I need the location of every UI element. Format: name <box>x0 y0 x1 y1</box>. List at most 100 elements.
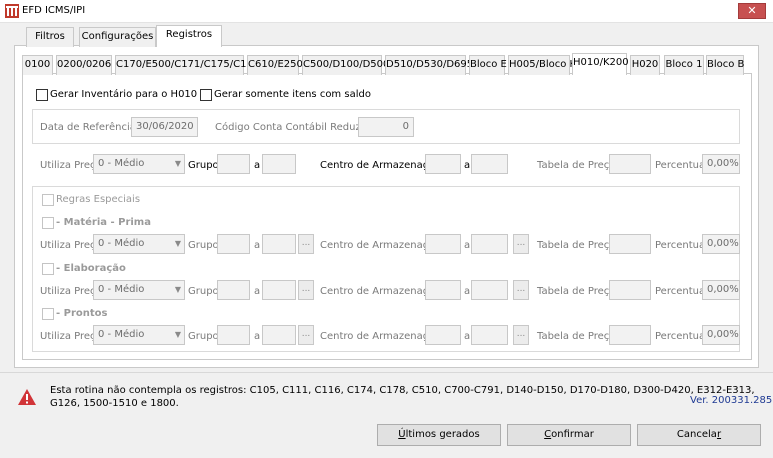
mp-centro-a-label: a <box>464 240 471 251</box>
confirmar-button[interactable]: Confirmar <box>507 424 631 446</box>
mp-grupo-lookup-button[interactable]: ... <box>298 234 314 254</box>
pr-grupo-a-label: a <box>254 331 261 342</box>
tab-configuracoes[interactable]: Configurações <box>79 27 156 47</box>
mp-centro-lookup-button[interactable]: ... <box>513 234 529 254</box>
materia-prima-checkbox[interactable] <box>42 217 54 229</box>
el-percentual-input[interactable]: 0,00% <box>702 280 740 300</box>
pr-utiliza-preco-select[interactable]: 0 - Médio ▼ <box>93 325 185 345</box>
chevron-down-icon: ▼ <box>174 285 181 294</box>
close-button[interactable]: ✕ <box>738 3 766 19</box>
mp-grupo-label: Grupo <box>188 240 219 251</box>
el-grupo-a-label: a <box>254 286 261 297</box>
app-icon <box>5 4 19 18</box>
ultimos-gerados-button[interactable]: Últimos gerados <box>377 424 501 446</box>
mp-utiliza-preco-select[interactable]: 0 - Médio ▼ <box>93 234 185 254</box>
centro-to-input[interactable] <box>471 154 508 174</box>
utiliza-preco-select[interactable]: 0 - Médio ▼ <box>93 154 185 174</box>
tab-h010[interactable]: H010/K200 <box>572 53 629 75</box>
regras-especiais-checkbox[interactable] <box>42 194 54 206</box>
chevron-down-icon: ▼ <box>174 159 181 168</box>
tab-0100[interactable]: 0100 <box>22 55 53 75</box>
pr-grupo-lookup-button[interactable]: ... <box>298 325 314 345</box>
el-utiliza-preco-select[interactable]: 0 - Médio ▼ <box>93 280 185 300</box>
tab-c610[interactable]: C610/E250 <box>247 55 303 75</box>
data-referencia-label: Data de Referência <box>40 122 136 133</box>
mp-percentual-input[interactable]: 0,00% <box>702 234 740 254</box>
tab-h020[interactable]: H020 <box>630 55 660 75</box>
pr-centro-lookup-button[interactable]: ... <box>513 325 529 345</box>
pr-centro-to-input[interactable] <box>471 325 508 345</box>
tab-filtros[interactable]: Filtros <box>26 27 74 47</box>
tab-bloco-1[interactable]: Bloco 1 <box>664 55 704 75</box>
tab-0200[interactable]: 0200/0206 <box>56 55 112 75</box>
centro-from-input[interactable] <box>425 154 461 174</box>
percentual-input[interactable]: 0,00% <box>702 154 740 174</box>
grupo-label: Grupo <box>188 160 219 171</box>
tab-registros[interactable]: Registros <box>156 25 222 47</box>
footer-note-line2: G126, 1500-1510 e 1800. <box>50 398 179 409</box>
tab-bloco-e[interactable]: Bloco E <box>469 55 507 75</box>
gerar-inventario-checkbox[interactable] <box>36 89 48 101</box>
el-grupo-lookup-button[interactable]: ... <box>298 280 314 300</box>
grupo-from-input[interactable] <box>217 154 250 174</box>
tabela-precos-input[interactable] <box>609 154 651 174</box>
footer-note-line1: Esta rotina não contempla os registros: … <box>50 385 755 396</box>
tab-c170[interactable]: C170/E500/C171/C175/C176 <box>115 55 259 75</box>
pr-grupo-to-input[interactable] <box>262 325 296 345</box>
conta-contabil-label: Código Conta Contábil Reduzido <box>215 122 376 133</box>
mp-percentual-label: Percentual <box>655 240 708 251</box>
regras-especiais-label: Regras Especiais <box>56 194 141 205</box>
el-grupo-to-input[interactable] <box>262 280 296 300</box>
mp-centro-to-input[interactable] <box>471 234 508 254</box>
ultimos-label: ltimos gerados <box>405 429 480 440</box>
gerar-somente-checkbox[interactable] <box>200 89 212 101</box>
tab-d510[interactable]: D510/D530/D695 <box>385 55 473 75</box>
conta-contabil-input[interactable]: 0 <box>358 117 414 137</box>
chevron-down-icon: ▼ <box>174 239 181 248</box>
tab-h005[interactable]: H005/Bloco K <box>508 55 576 75</box>
utiliza-preco-value: 0 - Médio <box>98 158 145 169</box>
el-percentual-label: Percentual <box>655 286 708 297</box>
mp-tabela-precos-input[interactable] <box>609 234 651 254</box>
el-grupo-label: Grupo <box>188 286 219 297</box>
pr-grupo-from-input[interactable] <box>217 325 250 345</box>
pr-centro-from-input[interactable] <box>425 325 461 345</box>
prontos-label: - Prontos <box>56 308 108 319</box>
mp-utiliza-preco-value: 0 - Médio <box>98 238 145 249</box>
pr-utiliza-preco-value: 0 - Médio <box>98 329 145 340</box>
cancelar-button[interactable]: Cancelar <box>637 424 761 446</box>
pr-tabela-precos-input[interactable] <box>609 325 651 345</box>
el-centro-lookup-button[interactable]: ... <box>513 280 529 300</box>
title-bar: EFD ICMS/IPI ✕ <box>0 0 773 23</box>
data-referencia-input[interactable]: 30/06/2020 <box>131 117 198 137</box>
el-utiliza-preco-value: 0 - Médio <box>98 284 145 295</box>
el-grupo-from-input[interactable] <box>217 280 250 300</box>
mp-centro-from-input[interactable] <box>425 234 461 254</box>
confirmar-label: onfirmar <box>551 429 594 440</box>
el-centro-to-input[interactable] <box>471 280 508 300</box>
el-centro-from-input[interactable] <box>425 280 461 300</box>
prontos-checkbox[interactable] <box>42 308 54 320</box>
tab-c500[interactable]: C500/D100/D500 <box>302 55 389 75</box>
centro-a-label: a <box>464 160 471 171</box>
version-label: Ver. 200331.285 <box>690 395 773 406</box>
el-tabela-precos-input[interactable] <box>609 280 651 300</box>
cancelar-label: Cancela <box>676 429 717 440</box>
pr-centro-a-label: a <box>464 331 471 342</box>
cancelar-mnemonic: r <box>716 429 722 440</box>
mp-grupo-to-input[interactable] <box>262 234 296 254</box>
el-centro-a-label: a <box>464 286 471 297</box>
tab-bloco-b[interactable]: Bloco B <box>706 55 744 75</box>
pr-percentual-input[interactable]: 0,00% <box>702 325 740 345</box>
pr-percentual-label: Percentual <box>655 331 708 342</box>
pr-grupo-label: Grupo <box>188 331 219 342</box>
grupo-a-label: a <box>254 160 261 171</box>
elaboracao-checkbox[interactable] <box>42 263 54 275</box>
mp-grupo-a-label: a <box>254 240 261 251</box>
grupo-to-input[interactable] <box>262 154 296 174</box>
window-title: EFD ICMS/IPI <box>22 5 86 16</box>
mp-grupo-from-input[interactable] <box>217 234 250 254</box>
footer-divider <box>0 372 773 373</box>
gerar-somente-label: Gerar somente itens com saldo <box>214 89 371 100</box>
gerar-inventario-label: Gerar Inventário para o H010 <box>50 89 198 100</box>
